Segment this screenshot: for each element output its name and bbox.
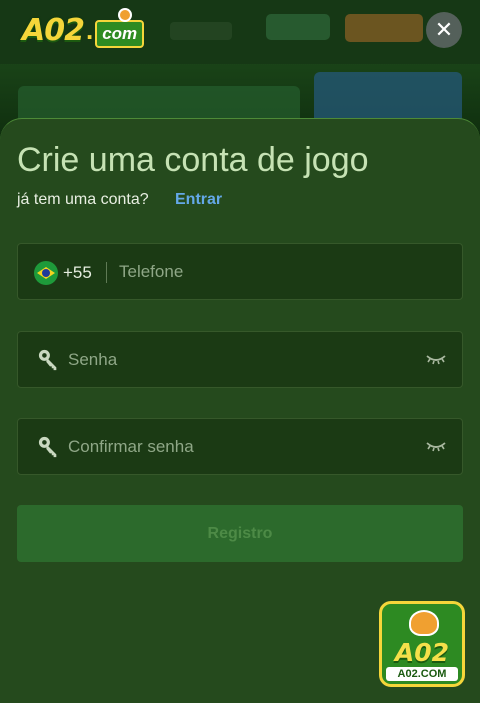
logo-suffix: com [95,20,145,48]
logo-text: A02 [22,12,85,48]
eye-closed-icon[interactable] [426,352,446,366]
eye-closed-icon[interactable] [426,439,446,453]
key-icon [38,349,57,371]
login-prompt: já tem uma conta? [17,191,149,208]
badge-logo-text: A02 [394,638,450,667]
modal-title: Crie uma conta de jogo [17,141,369,179]
tiger-mascot-icon [409,610,439,636]
brand-badge[interactable]: A02 A02.COM [379,601,465,687]
close-icon: ✕ [434,17,454,42]
login-link[interactable]: Entrar [175,191,222,209]
badge-domain: A02.COM [386,667,458,681]
confirm-password-field[interactable] [17,418,463,475]
phone-input[interactable] [119,244,449,299]
background-menu-item [170,22,232,40]
brand-logo: A02 . com [22,8,145,48]
background-banner [314,72,462,124]
register-button[interactable]: Registro [17,505,463,562]
background-login-button [266,14,330,40]
brazil-flag-icon[interactable] [34,261,58,285]
logo-dot: . [85,14,94,45]
password-field[interactable] [17,331,463,388]
close-button[interactable]: ✕ [426,12,462,48]
phone-field[interactable]: +55 [17,243,463,300]
key-icon [38,436,57,458]
background-register-button [345,14,423,42]
password-input[interactable] [68,332,408,387]
divider [106,262,107,283]
confirm-password-input[interactable] [68,419,408,474]
country-code[interactable]: +55 [63,263,92,283]
